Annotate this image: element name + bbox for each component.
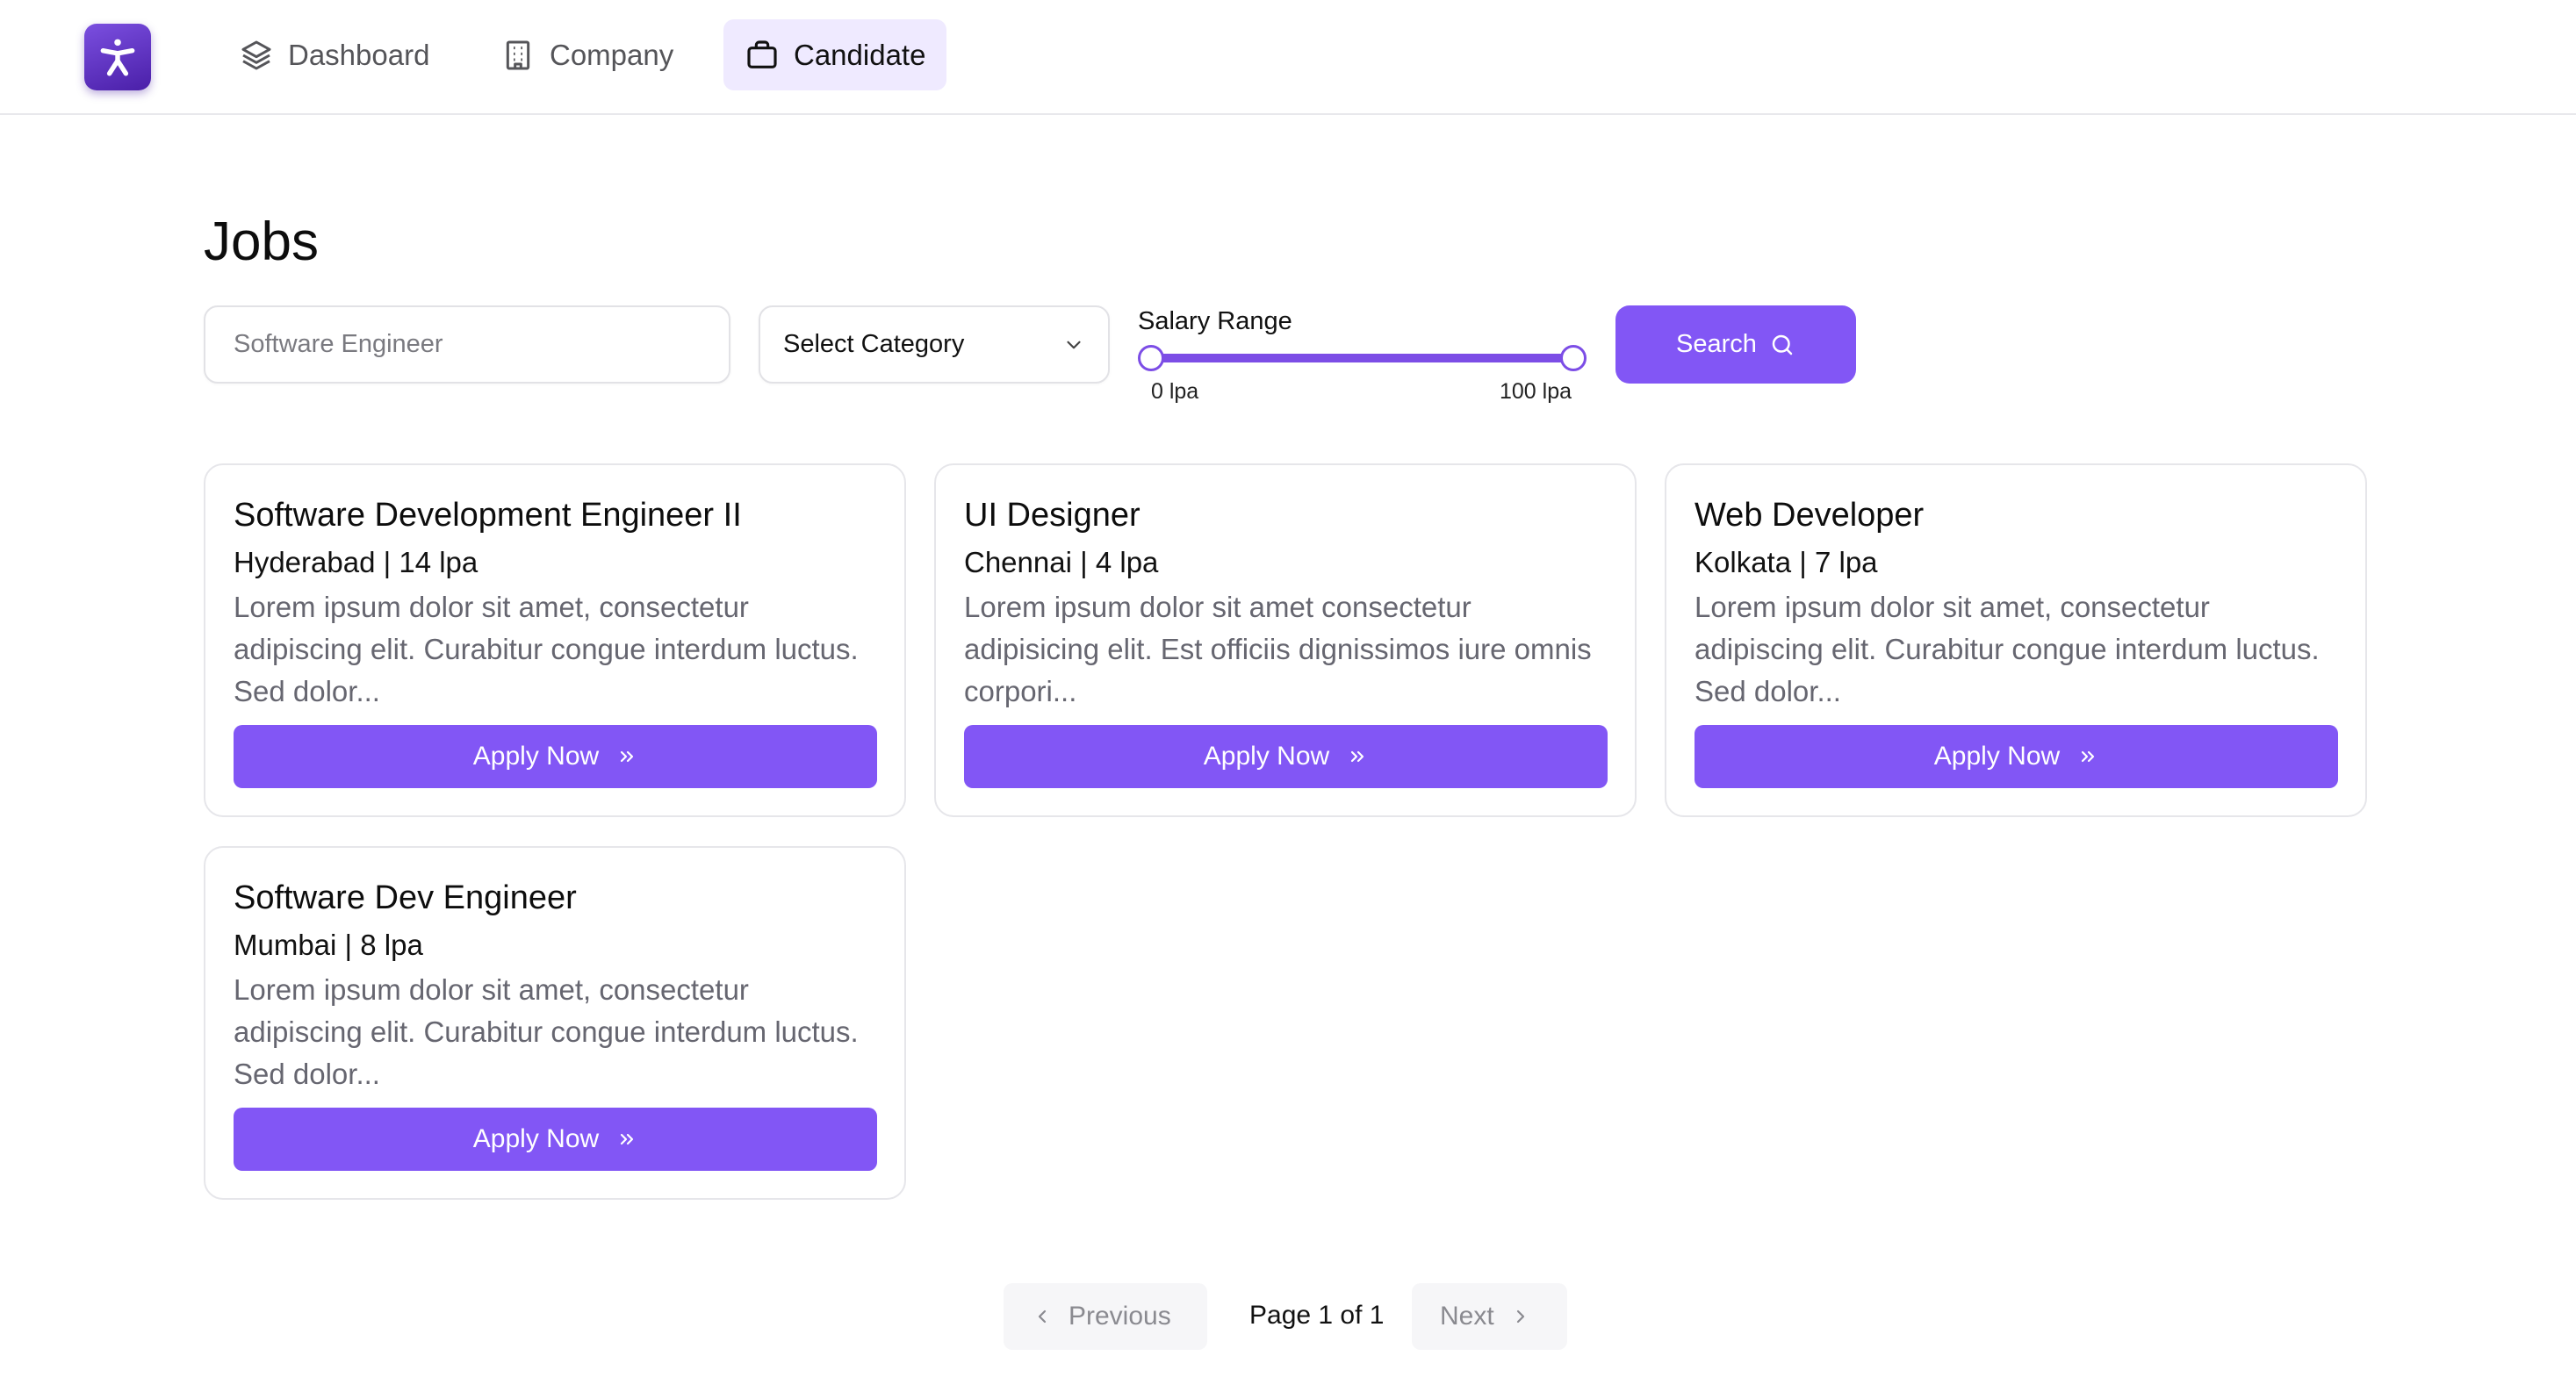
accessibility-person-icon: [100, 39, 135, 76]
job-location-salary: Chennai | 4 lpa: [964, 546, 1159, 578]
next-page-button[interactable]: Next: [1412, 1283, 1567, 1350]
chevrons-right-icon: [621, 1133, 634, 1145]
job-title: UI Designer: [964, 497, 1140, 534]
search-button[interactable]: Search: [1615, 305, 1856, 384]
next-page-label: Next: [1440, 1302, 1494, 1331]
job-title: Software Development Engineer II: [234, 497, 742, 534]
salary-max-handle[interactable]: [1560, 345, 1587, 371]
job-search-input[interactable]: [204, 305, 730, 384]
nav-item-label: Candidate: [794, 38, 926, 71]
building-icon: [506, 40, 530, 69]
nav-item-label: Company: [550, 38, 674, 71]
previous-page-button[interactable]: Previous: [1004, 1283, 1207, 1350]
job-title: Web Developer: [1695, 497, 1925, 534]
category-select[interactable]: Select Category: [759, 305, 1110, 384]
nav-item-dashboard[interactable]: Dashboard: [218, 19, 450, 90]
apply-now-button[interactable]: Apply Now: [1695, 725, 2338, 788]
job-description: Lorem ipsum dolor sit amet, consectetur …: [234, 973, 859, 1090]
chevrons-right-icon: [621, 750, 634, 763]
nav-item-company[interactable]: Company: [479, 19, 694, 90]
search-icon: [1772, 334, 1793, 355]
search-button-label: Search: [1676, 330, 1757, 358]
job-card: UI Designer Chennai | 4 lpa Lorem ipsum …: [934, 463, 1637, 817]
job-location-salary: Kolkata | 7 lpa: [1695, 546, 1878, 578]
layers-icon: [241, 40, 271, 69]
salary-range-track[interactable]: [1151, 354, 1573, 362]
app-logo[interactable]: [84, 24, 151, 90]
apply-now-label: Apply Now: [1203, 742, 1330, 771]
salary-max-value: 100 lpa: [1500, 379, 1572, 404]
job-card: Software Dev Engineer Mumbai | 8 lpa Lor…: [204, 846, 906, 1200]
job-location-salary: Hyderabad | 14 lpa: [234, 546, 479, 578]
job-location-salary: Mumbai | 8 lpa: [234, 929, 423, 961]
briefcase-icon: [747, 39, 777, 68]
nav-item-label: Dashboard: [288, 38, 430, 71]
job-description: Lorem ipsum dolor sit amet, consectetur …: [1695, 591, 2320, 707]
apply-now-label: Apply Now: [472, 1124, 600, 1153]
chevrons-right-icon: [1351, 750, 1364, 763]
chevron-down-icon: [1067, 341, 1081, 348]
chevrons-right-icon: [2082, 750, 2095, 763]
job-title: Software Dev Engineer: [234, 879, 577, 916]
page-title: Jobs: [204, 212, 319, 272]
top-navigation-bar: Dashboard Company Candidate: [0, 0, 2576, 115]
chevron-right-icon: [1516, 1309, 1524, 1324]
chevron-left-icon: [1038, 1309, 1047, 1324]
category-select-label: Select Category: [783, 330, 965, 358]
previous-page-label: Previous: [1069, 1302, 1171, 1331]
salary-min-value: 0 lpa: [1151, 379, 1199, 404]
page-status: Page 1 of 1: [1249, 1301, 1385, 1330]
apply-now-label: Apply Now: [1933, 742, 2061, 771]
apply-now-label: Apply Now: [472, 742, 600, 771]
apply-now-button[interactable]: Apply Now: [964, 725, 1608, 788]
apply-now-button[interactable]: Apply Now: [234, 725, 877, 788]
job-card: Web Developer Kolkata | 7 lpa Lorem ipsu…: [1665, 463, 2367, 817]
job-description: Lorem ipsum dolor sit amet, consectetur …: [234, 591, 859, 707]
apply-now-button[interactable]: Apply Now: [234, 1108, 877, 1171]
salary-min-handle[interactable]: [1138, 345, 1164, 371]
job-description: Lorem ipsum dolor sit amet consectetur a…: [964, 591, 1592, 707]
job-card: Software Development Engineer II Hyderab…: [204, 463, 906, 817]
salary-range-label: Salary Range: [1138, 307, 1292, 335]
nav-item-candidate[interactable]: Candidate: [723, 19, 947, 90]
